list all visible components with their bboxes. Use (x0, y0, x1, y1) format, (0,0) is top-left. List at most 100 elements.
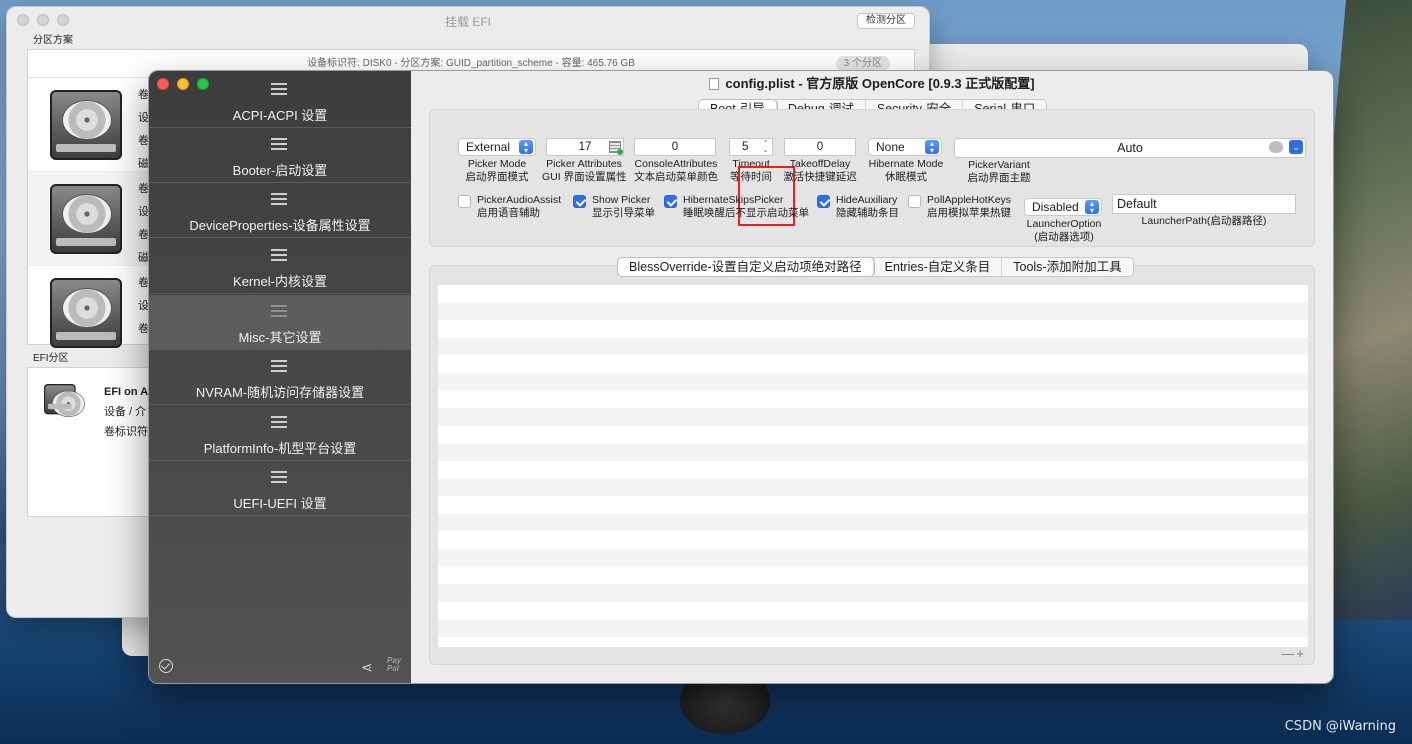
tab-blessoverride[interactable]: BlessOverride-设置自定义启动项绝对路径 (618, 258, 874, 276)
picker-variant-field[interactable]: Auto ⌄ (954, 138, 1306, 158)
mount-efi-titlebar[interactable]: 挂载 EFI 检测分区 (7, 7, 929, 33)
config-window[interactable]: ACPI-ACPI 设置 Booter-启动设置 DevicePropertie… (148, 70, 1334, 684)
boot-settings-group: External ▴ ▾ Picker Mode 启动界面模式 17 Picker… (429, 109, 1315, 247)
stepper-arrows-icon[interactable]: ⌃ ⌄ (761, 140, 770, 154)
launcher-path-control: Default LauncherPath(启动器路径) (1112, 194, 1296, 228)
takeoff-delay-label: TakeoffDelay (789, 158, 851, 170)
calculator-icon[interactable] (609, 141, 623, 155)
picker-attributes-control: 17 Picker Attributes GUI 界面设置属性 (542, 138, 627, 183)
share-icon[interactable]: ⋖ (361, 659, 377, 675)
list-icon (271, 138, 287, 152)
list-icon (271, 416, 287, 430)
sidebar-item-label: PlatformInfo-机型平台设置 (203, 441, 357, 456)
popup-arrows-icon: ▴ ▾ (925, 140, 939, 155)
document-icon (709, 78, 720, 90)
sidebar-item-misc[interactable]: Misc-其它设置 (149, 295, 411, 350)
checkbox[interactable] (817, 195, 830, 208)
add-row-button[interactable]: + (1296, 646, 1306, 661)
picker-mode-popup[interactable]: External ▴ ▾ (458, 138, 536, 156)
checkbox[interactable] (664, 195, 677, 208)
hibernate-mode-label: Hibernate Mode (868, 158, 944, 170)
hibernate-mode-label-zh: 休眠模式 (885, 170, 927, 183)
paypal-icon[interactable]: Pay Pal (387, 657, 401, 673)
takeoff-delay-label-zh: 激活快捷键延迟 (783, 170, 857, 183)
sidebar-item-label: Misc-其它设置 (238, 330, 322, 345)
picker-mode-label-zh: 启动界面模式 (465, 170, 529, 183)
detect-partition-button[interactable]: 检测分区 (857, 13, 915, 29)
entries-group: BlessOverride-设置自定义启动项绝对路径 Entries-自定义条目… (429, 257, 1315, 665)
tab-tools[interactable]: Tools-添加附加工具 (1002, 258, 1132, 276)
sidebar-item-label: DeviceProperties-设备属性设置 (189, 218, 371, 233)
csdn-watermark: CSDN @iWarning (1284, 719, 1396, 734)
console-attributes-label-zh: 文本启动菜单颜色 (634, 170, 718, 183)
chevron-down-icon[interactable]: ⌄ (1289, 140, 1303, 154)
traffic-lights[interactable] (157, 78, 209, 90)
list-icon (271, 305, 287, 319)
hide-auxiliary-checkbox[interactable]: HideAuxiliary 隐藏辅助条目 (817, 194, 899, 219)
launcher-option-label-zh: (启动器选项) (1034, 230, 1094, 243)
launcher-option-popup[interactable]: Disabled ▴ ▾ (1024, 198, 1102, 216)
checkbox[interactable] (573, 195, 586, 208)
hibernate-mode-control: None ▴ ▾ Hibernate Mode 休眠模式 (866, 138, 946, 183)
tab-entries[interactable]: Entries-自定义条目 (874, 258, 1003, 276)
sidebar-item-uefi[interactable]: UEFI-UEFI 设置 (149, 461, 411, 516)
picker-attributes-field[interactable]: 17 (546, 138, 624, 156)
palette-icon[interactable] (1269, 141, 1283, 153)
launcher-path-field[interactable]: Default (1112, 194, 1296, 214)
content-pane: config.plist - 官方原版 OpenCore [0.9.3 正式版配… (411, 71, 1333, 683)
checkbox[interactable] (908, 195, 921, 208)
sidebar-item-label: Kernel-内核设置 (233, 274, 327, 289)
console-attributes-label: ConsoleAttributes (634, 158, 718, 170)
hibernate-skips-picker-checkbox[interactable]: HibernateSkipsPicker 睡眠唤醒后不显示启动菜单 (664, 194, 809, 219)
check-circle-icon[interactable] (159, 659, 173, 673)
takeoff-delay-field[interactable]: 0 (784, 138, 856, 156)
minimize-button[interactable] (177, 78, 189, 90)
efi-partition-item[interactable]: EFI on A 设备 / 介 卷标识符 (104, 382, 148, 442)
timeout-field[interactable]: 5 ⌃ ⌄ (729, 138, 773, 156)
table-controls: —+ (1281, 646, 1306, 661)
boot-subtabs[interactable]: BlessOverride-设置自定义启动项绝对路径 Entries-自定义条目… (617, 257, 1134, 277)
poll-apple-hotkeys-checkbox[interactable]: PollAppleHotKeys 启用模拟苹果热键 (908, 194, 1011, 219)
popup-arrows-icon: ▴ ▾ (519, 140, 533, 155)
sidebar-item-deviceproperties[interactable]: DeviceProperties-设备属性设置 (149, 183, 411, 238)
zoom-button[interactable] (197, 78, 209, 90)
list-icon (271, 83, 287, 97)
popup-arrows-icon: ▴ ▾ (1085, 200, 1099, 215)
picker-variant-control: Auto ⌄ PickerVariant 启动界面主题 (954, 138, 1306, 184)
sidebar-item-label: Booter-启动设置 (232, 163, 328, 178)
efi-item-volume: 卷标识符 (104, 426, 148, 438)
remove-row-button[interactable]: — (1281, 646, 1296, 661)
sidebar-item-label: ACPI-ACPI 设置 (232, 108, 328, 123)
close-button[interactable] (157, 78, 169, 90)
sidebar-item-kernel[interactable]: Kernel-内核设置 (149, 239, 411, 294)
show-picker-checkbox[interactable]: Show Picker 显示引导菜单 (573, 194, 655, 219)
sidebar-item-label: NVRAM-随机访问存储器设置 (195, 385, 365, 400)
launcher-option-label: LauncherOption (1026, 218, 1102, 230)
list-icon (271, 249, 287, 263)
sidebar-item-platforminfo[interactable]: PlatformInfo-机型平台设置 (149, 406, 411, 461)
sidebar-item-nvram[interactable]: NVRAM-随机访问存储器设置 (149, 350, 411, 405)
sidebar-item-booter[interactable]: Booter-启动设置 (149, 128, 411, 183)
disk-info-text: 设备标识符: DISK0 - 分区方案: GUID_partition_sche… (307, 58, 635, 69)
hard-drive-icon (50, 90, 122, 160)
hard-drive-icon (50, 278, 122, 348)
hibernate-mode-popup[interactable]: None ▴ ▾ (868, 138, 942, 156)
mount-efi-title: 挂载 EFI (444, 15, 491, 29)
picker-audio-assist-checkbox[interactable]: PickerAudioAssist 启用语音辅助 (458, 194, 561, 219)
hard-drive-icon (44, 384, 85, 417)
efi-partition-label: EFI分区 (33, 353, 69, 364)
picker-mode-label: Picker Mode (467, 158, 527, 170)
hard-drive-icon (50, 184, 122, 254)
blessoverride-table[interactable] (438, 285, 1308, 647)
sidebar-item-label: UEFI-UEFI 设置 (233, 496, 327, 511)
console-attributes-field[interactable]: 0 (634, 138, 716, 156)
picker-attributes-label: Picker Attributes (546, 158, 622, 170)
sidebar[interactable]: ACPI-ACPI 设置 Booter-启动设置 DevicePropertie… (149, 71, 411, 683)
launcher-option-control: Disabled ▴ ▾ LauncherOption (启动器选项) (1024, 198, 1104, 243)
efi-item-device: 设备 / 介 (104, 406, 147, 418)
partition-scheme-label: 分区方案 (33, 35, 73, 46)
checkbox[interactable] (458, 195, 471, 208)
takeoff-delay-control: 0 TakeoffDelay 激活快捷键延迟 (782, 138, 858, 183)
wallpaper-islet (680, 679, 770, 734)
list-icon (271, 360, 287, 374)
